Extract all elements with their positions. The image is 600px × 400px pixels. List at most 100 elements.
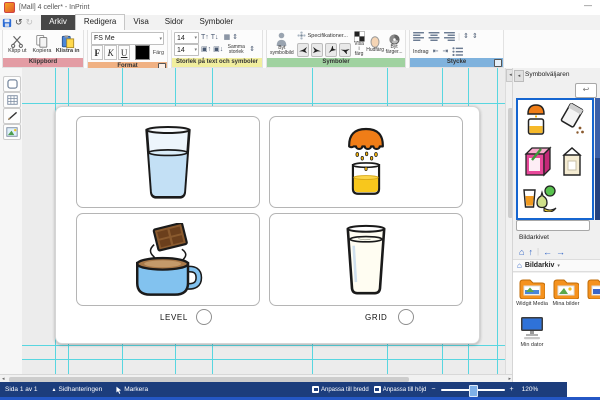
para-spacing-icon[interactable]: ⇕ [472, 33, 478, 41]
minimize-button[interactable]: — [584, 1, 592, 11]
folder-widgit-media-icon[interactable] [519, 279, 545, 299]
level-radio[interactable] [196, 309, 212, 325]
align-right-icon[interactable] [443, 32, 455, 41]
grid-radio[interactable] [398, 309, 414, 325]
min-dator-icon[interactable] [520, 316, 544, 340]
folder-mina-bilder-label[interactable]: Mina bilder [549, 301, 583, 307]
plane-up-icon [326, 46, 336, 54]
zoom-out-button[interactable]: − [431, 386, 435, 393]
change-colors-button[interactable]: Byt färger... [386, 31, 403, 57]
symbol-juice-box[interactable] [522, 144, 552, 178]
zoom-in-button[interactable]: + [510, 386, 514, 393]
show-in-color-button[interactable]: Visa i färg [354, 31, 365, 57]
qualifier-past-button[interactable] [311, 43, 323, 57]
line-tool-button[interactable] [3, 108, 21, 124]
color-wheel-icon [389, 34, 400, 45]
symbol-fruit-drinks[interactable] [522, 184, 558, 212]
italic-button[interactable]: K [104, 45, 116, 60]
align-left-icon[interactable] [413, 32, 425, 41]
home-icon[interactable]: ⌂ [519, 247, 524, 257]
symbol-scrollbar[interactable] [595, 98, 600, 220]
panel-collapse-icon[interactable]: ◂ [514, 70, 524, 82]
tab-visa[interactable]: Visa [125, 15, 156, 30]
cell-milk-glass[interactable] [269, 213, 463, 306]
symbol-bigger-icon[interactable]: ▣↑ [201, 46, 211, 54]
archive-breadcrumb[interactable]: ⌂ Bildarkiv ▾ [513, 259, 600, 272]
indent-icon[interactable]: ⇥ [442, 48, 448, 56]
folder-mina-bilder-icon[interactable] [553, 279, 579, 299]
line-spacing-icon[interactable]: ⇕ [463, 33, 469, 41]
fit-height-button[interactable]: Anpassa till höjd [374, 386, 427, 393]
document-canvas[interactable]: LEVEL GRID [22, 68, 505, 374]
align-center-icon[interactable] [428, 32, 440, 41]
symbol-size-caret-icon: ▾ [193, 47, 198, 53]
size-updown2-icon[interactable]: ⇕ [249, 46, 255, 54]
font-color-swatch[interactable] [135, 45, 149, 60]
statusbar: Sida 1 av 1 ▲ Sidhanteringen Markera Anp… [0, 382, 567, 397]
qualifiers-button[interactable]: Specifikationer... [297, 31, 351, 40]
qualifier-negative-button[interactable] [339, 43, 351, 57]
document-page[interactable]: LEVEL GRID [55, 106, 480, 344]
forward-arrow-icon[interactable]: → [556, 247, 565, 257]
qualifier-plural-button[interactable] [297, 43, 309, 57]
symbol-back-button[interactable]: ↩ [575, 83, 597, 98]
min-dator-label[interactable]: Min dator [515, 342, 549, 348]
symbol-pouring-jug[interactable] [556, 103, 586, 135]
bold-button[interactable]: F [91, 45, 103, 60]
bullet-list-icon[interactable] [452, 47, 464, 56]
qualifiers-label: Specifikationer... [308, 33, 348, 39]
clipboard-group-label: Klippbord [3, 58, 83, 67]
symbol-search-input[interactable] [516, 220, 590, 231]
zoom-slider[interactable] [441, 389, 505, 391]
symbol-smaller-icon[interactable]: ▣↓ [213, 46, 223, 54]
image-archive-title: Bildarkivet [519, 234, 549, 241]
outdent-icon[interactable]: ⇤ [433, 48, 439, 56]
qualifier-future-button[interactable] [325, 43, 337, 57]
folder-widgit-media-label[interactable]: Widgit Media [515, 301, 549, 307]
fit-width-button[interactable]: Anpassa till bredd [312, 386, 369, 393]
redo-button[interactable]: ↻ [26, 17, 34, 28]
copy-label: Kopiera [33, 49, 52, 55]
symbol-citrus-press[interactable] [523, 103, 549, 137]
folder-clipped-icon[interactable] [587, 279, 600, 299]
cell-orange-juice[interactable] [269, 116, 463, 208]
cut-button[interactable]: Klipp ut [5, 34, 30, 55]
same-size-button[interactable]: Samma storlek [225, 45, 247, 55]
table-tool-button[interactable] [3, 92, 21, 108]
cell-hot-chocolate[interactable] [76, 213, 260, 306]
copy-button[interactable]: Kopiera [30, 34, 55, 55]
indent-button[interactable]: Indrag [413, 49, 429, 55]
symbol-milk-carton[interactable] [560, 144, 584, 178]
paragraph-dialog-launcher-icon[interactable] [494, 59, 502, 67]
text-smaller-icon[interactable]: T↓ [211, 34, 219, 42]
save-icon[interactable] [2, 18, 12, 28]
skin-tone-button[interactable]: Hudfärg [368, 31, 383, 57]
symbol-scrollbar-thumb[interactable] [595, 98, 600, 158]
tab-sidor[interactable]: Sidor [157, 15, 192, 30]
frame-icon [7, 79, 18, 89]
size-grid-icon[interactable]: ▦ [224, 34, 231, 42]
font-select[interactable]: FS Me ▾ [91, 32, 164, 45]
qualifier-flower-icon [297, 31, 306, 40]
tab-symboler[interactable]: Symboler [191, 15, 241, 30]
zoom-slider-handle[interactable] [469, 385, 478, 397]
size-updown-icon[interactable]: ⇕ [232, 34, 238, 42]
tab-arkiv[interactable]: Arkiv [41, 15, 75, 30]
image-tool-button[interactable] [3, 124, 21, 140]
paste-button[interactable]: Klistra in [54, 34, 81, 55]
cell-water-glass[interactable] [76, 116, 260, 208]
symbol-size-spinner[interactable]: 14 ▾ [174, 44, 199, 56]
page-manager-button[interactable]: ▲ Sidhanteringen [52, 386, 103, 393]
text-bigger-icon[interactable]: T↑ [201, 34, 209, 42]
text-size-spinner[interactable]: 14 ▾ [174, 32, 199, 44]
back-arrow-icon[interactable]: ← [543, 247, 552, 257]
change-symbol-button[interactable]: Byt symbolbild [270, 31, 294, 57]
tab-redigera[interactable]: Redigera [75, 14, 125, 30]
hscroll-thumb[interactable] [9, 377, 409, 382]
frame-tool-button[interactable] [3, 76, 21, 92]
up-icon[interactable]: ↑ [528, 247, 533, 257]
select-mode-button[interactable]: Markera [116, 386, 148, 394]
undo-button[interactable]: ↺ [15, 17, 23, 28]
breadcrumb-caret-icon: ▾ [557, 263, 560, 269]
underline-button[interactable]: U [118, 45, 130, 60]
